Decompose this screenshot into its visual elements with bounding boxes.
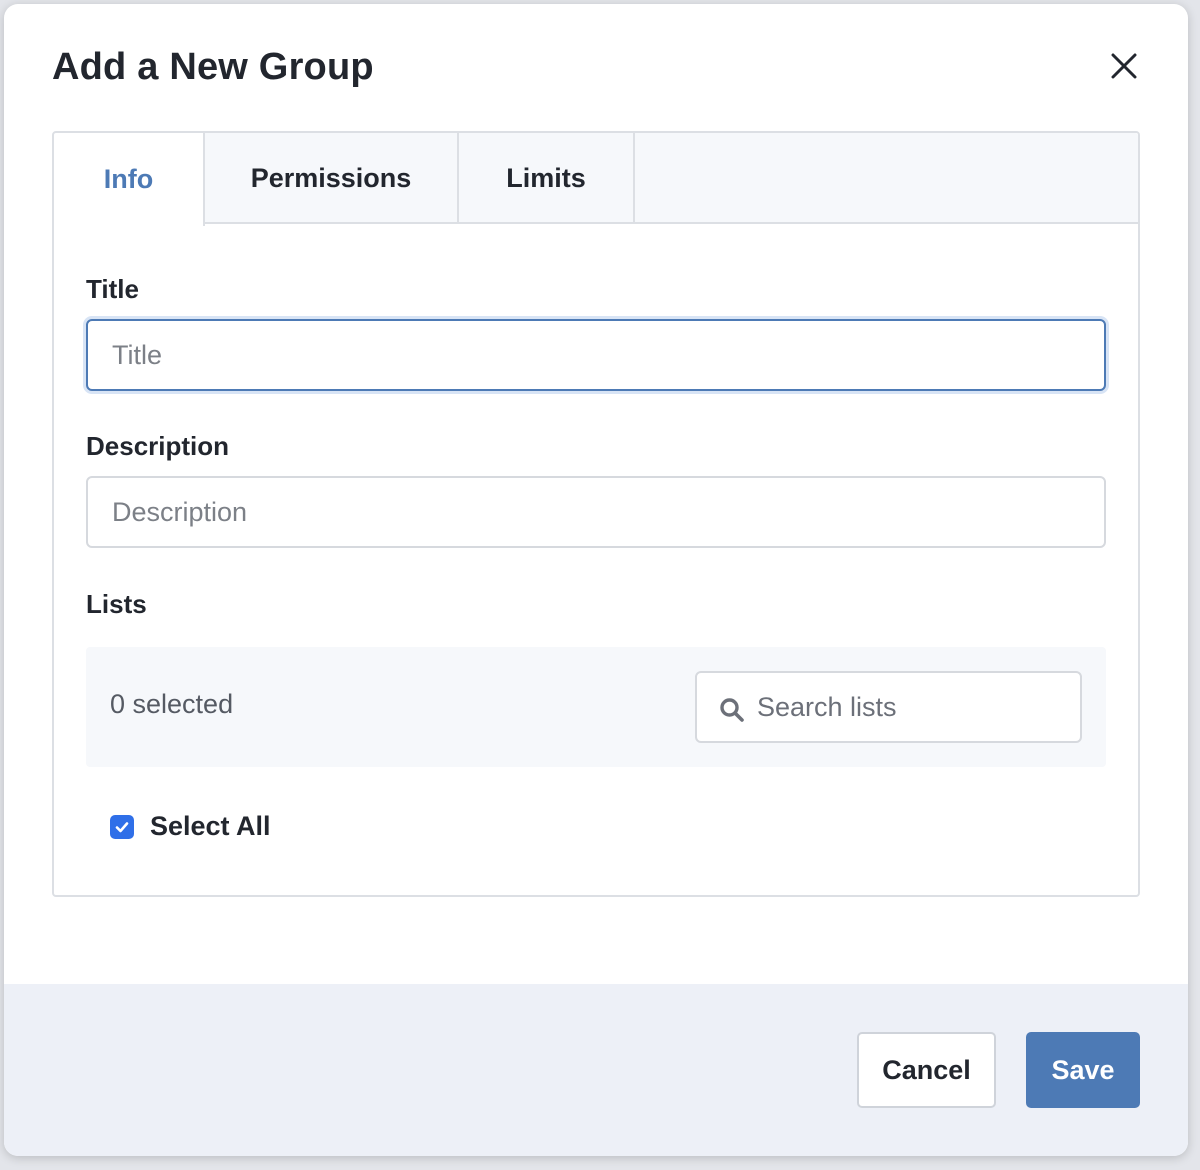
tab-info[interactable]: Info bbox=[54, 133, 205, 226]
select-all-label: Select All bbox=[150, 811, 271, 841]
check-icon bbox=[115, 821, 129, 832]
lists-label: Lists bbox=[86, 589, 147, 619]
search-lists-field[interactable] bbox=[695, 671, 1082, 743]
select-all-checkbox[interactable] bbox=[110, 814, 134, 839]
tab-panel: Info Permissions Limits Title Descriptio… bbox=[52, 131, 1140, 897]
dialog-footer: Cancel Save bbox=[4, 984, 1188, 1156]
selected-count: 0 selected bbox=[110, 689, 234, 719]
dialog-title: Add a New Group bbox=[52, 46, 374, 88]
search-lists-input[interactable] bbox=[757, 673, 1077, 741]
tab-limits[interactable]: Limits bbox=[459, 133, 635, 224]
tab-strip: Info Permissions Limits bbox=[54, 133, 1138, 226]
select-all-option[interactable]: Select All bbox=[110, 811, 271, 842]
description-label: Description bbox=[86, 431, 230, 461]
title-label: Title bbox=[86, 274, 139, 304]
title-input[interactable] bbox=[86, 319, 1106, 391]
search-icon bbox=[720, 698, 744, 722]
description-input[interactable] bbox=[86, 476, 1106, 548]
add-group-dialog: Add a New Group Info Permissions Limits … bbox=[4, 4, 1188, 1156]
save-button[interactable]: Save bbox=[1026, 1032, 1140, 1108]
close-icon bbox=[1111, 53, 1137, 79]
lists-toolbar: 0 selected bbox=[86, 647, 1106, 767]
tab-permissions[interactable]: Permissions bbox=[205, 133, 459, 224]
cancel-button[interactable]: Cancel bbox=[857, 1032, 996, 1108]
close-button[interactable] bbox=[1104, 46, 1144, 86]
